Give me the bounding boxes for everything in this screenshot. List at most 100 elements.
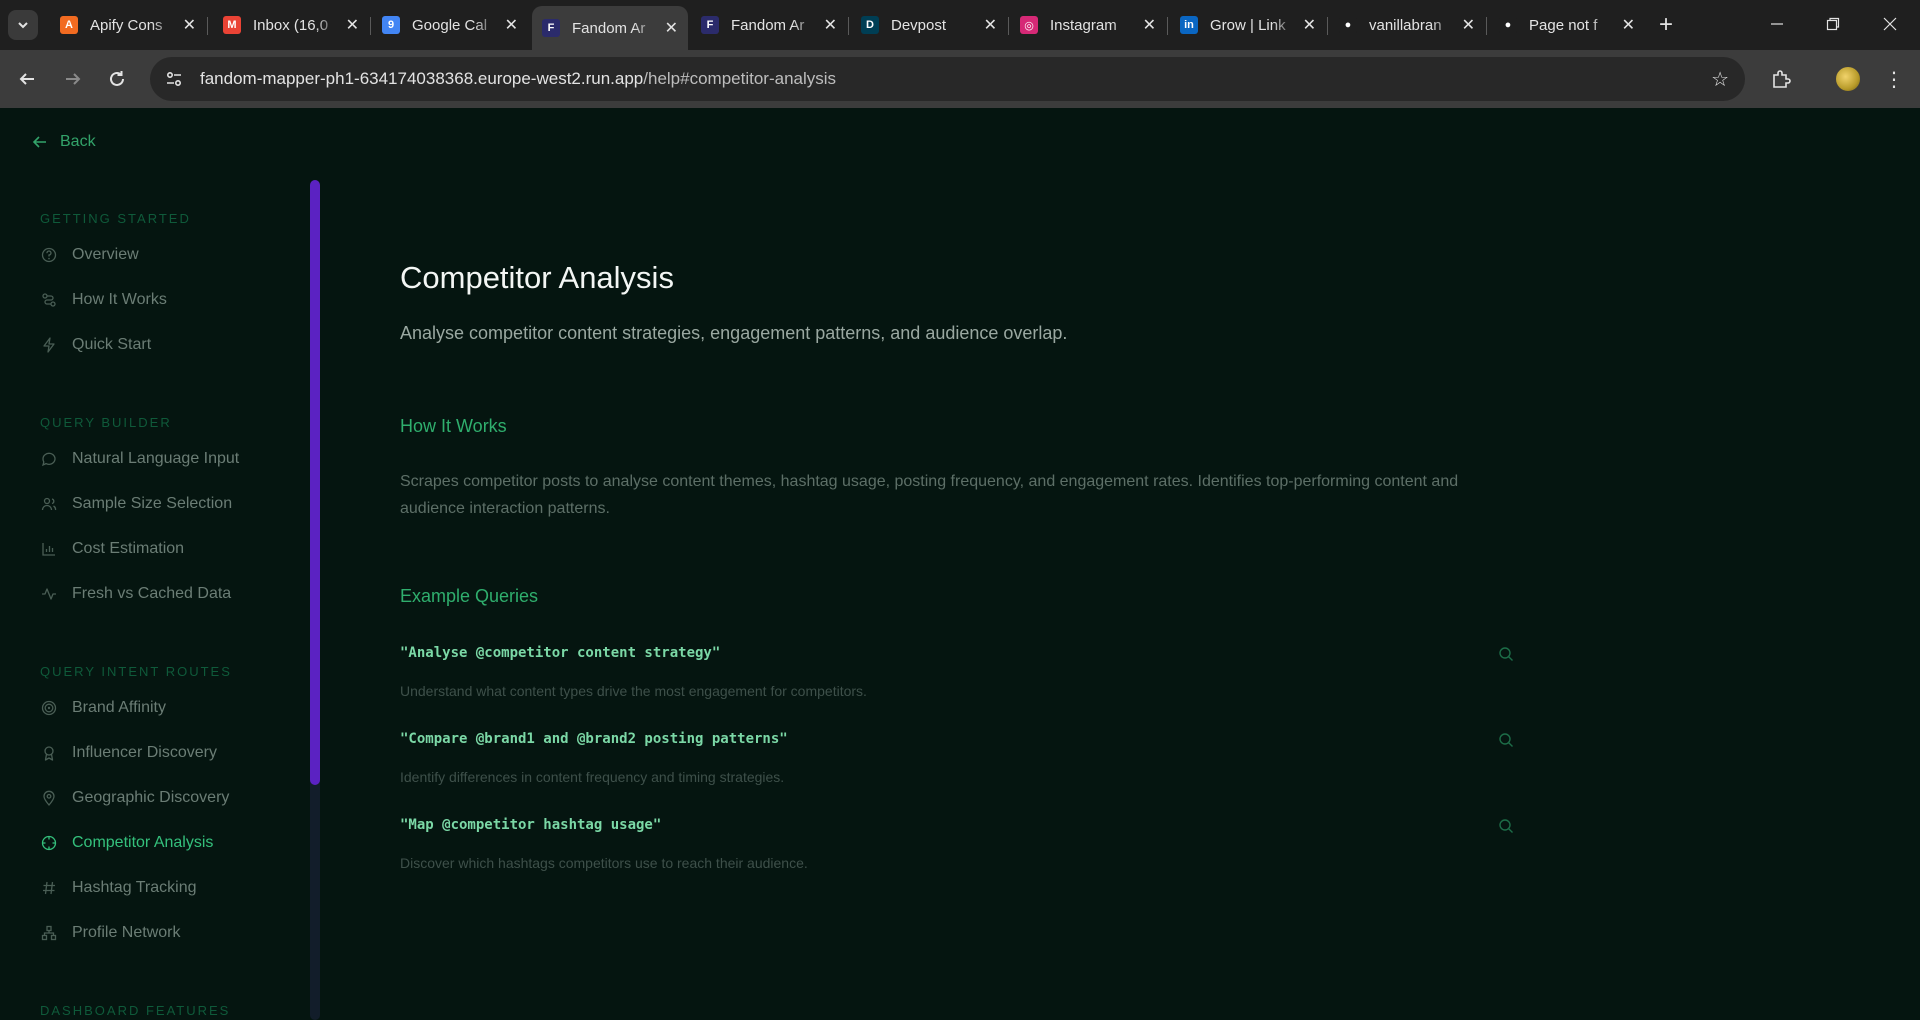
close-tab-icon[interactable]: ✕ xyxy=(1462,15,1475,35)
sidebar-item-profile-network[interactable]: Profile Network xyxy=(40,918,180,948)
browser-tab[interactable]: ◎ Instagram ✕ xyxy=(1010,8,1166,42)
sidebar-scrollbar-thumb[interactable] xyxy=(310,180,320,785)
restore-icon xyxy=(1826,17,1840,31)
example-query-text[interactable]: "Analyse @competitor content strategy" xyxy=(400,645,720,661)
example-query-description: Discover which hashtags competitors use … xyxy=(400,855,808,871)
tab-separator xyxy=(1486,17,1487,35)
example-query-item[interactable]: "Map @competitor hashtag usage" Discover… xyxy=(400,817,1515,887)
arrow-left-icon xyxy=(32,136,46,148)
close-tab-icon[interactable]: ✕ xyxy=(1143,15,1156,35)
profile-avatar[interactable] xyxy=(1834,65,1862,93)
target-icon xyxy=(40,699,58,717)
sidebar-item-sample-size-selection[interactable]: Sample Size Selection xyxy=(40,489,232,519)
sidebar-item-hashtag-tracking[interactable]: Hashtag Tracking xyxy=(40,873,197,903)
bookmark-star-icon[interactable]: ☆ xyxy=(1711,67,1729,92)
sidebar-item-competitor-analysis[interactable]: Competitor Analysis xyxy=(40,828,213,858)
browser-tab[interactable]: 9 Google Cal ✕ xyxy=(372,8,528,42)
chevron-down-icon xyxy=(18,22,28,29)
sidebar-item-natural-language-input[interactable]: Natural Language Input xyxy=(40,444,239,474)
tab-separator xyxy=(207,17,208,35)
hash-icon xyxy=(40,879,58,897)
example-query-text[interactable]: "Map @competitor hashtag usage" xyxy=(400,817,661,833)
browser-tab[interactable]: ● Page not f ✕ xyxy=(1489,8,1645,42)
browser-tab[interactable]: F Fandom Ar ✕ xyxy=(691,8,847,42)
browser-tab[interactable]: in Grow | Link ✕ xyxy=(1170,8,1326,42)
browser-tab[interactable]: A Apify Cons ✕ xyxy=(50,8,206,42)
lightning-icon xyxy=(40,336,58,354)
sidebar-item-fresh-vs-cached-data[interactable]: Fresh vs Cached Data xyxy=(40,579,231,609)
bar-chart-icon xyxy=(40,540,58,558)
search-icon[interactable] xyxy=(1497,645,1515,663)
sidebar-item-how-it-works[interactable]: How It Works xyxy=(40,285,167,315)
new-tab-button[interactable]: + xyxy=(1651,10,1681,40)
close-tab-icon[interactable]: ✕ xyxy=(984,15,997,35)
sidebar-item-label: Cost Estimation xyxy=(72,540,185,557)
close-tab-icon[interactable]: ✕ xyxy=(824,15,837,35)
sidebar-item-label: Profile Network xyxy=(72,924,181,941)
puzzle-icon xyxy=(1773,70,1791,88)
address-bar[interactable]: fandom-mapper-ph1-634174038368.europe-we… xyxy=(150,57,1745,101)
sidebar-item-label: Brand Affinity xyxy=(72,699,166,716)
sidebar-item-influencer-discovery[interactable]: Influencer Discovery xyxy=(40,738,217,768)
back-link[interactable]: Back xyxy=(32,133,96,151)
sidebar-item-label: How It Works xyxy=(72,291,167,308)
url-text[interactable]: fandom-mapper-ph1-634174038368.europe-we… xyxy=(200,69,836,89)
extensions-button[interactable] xyxy=(1765,63,1797,95)
browser-tab[interactable]: F Fandom Ar ✕ xyxy=(532,6,688,50)
sidebar-item-cost-estimation[interactable]: Cost Estimation xyxy=(40,534,184,564)
browser-tab[interactable]: ● vanillabran ✕ xyxy=(1329,8,1485,42)
devpost-icon: D xyxy=(861,16,879,34)
sidebar-item-quick-start[interactable]: Quick Start xyxy=(40,330,151,360)
help-circle-icon xyxy=(40,246,58,264)
sidebar-item-label: Competitor Analysis xyxy=(72,834,214,851)
section-title-getting-started: GETTING STARTED xyxy=(40,211,191,226)
example-queries-heading: Example Queries xyxy=(400,586,539,606)
browser-tab[interactable]: D Devpost ✕ xyxy=(851,8,1007,42)
example-query-text[interactable]: "Compare @brand1 and @brand2 posting pat… xyxy=(400,731,788,747)
sidebar-item-geographic-discovery[interactable]: Geographic Discovery xyxy=(40,783,229,813)
tab-search-button[interactable] xyxy=(8,10,38,40)
close-tab-icon[interactable]: ✕ xyxy=(1622,15,1635,35)
sidebar-item-overview[interactable]: Overview xyxy=(40,240,139,270)
tab-separator xyxy=(848,17,849,35)
restore-button[interactable] xyxy=(1811,8,1855,40)
close-tab-icon[interactable]: ✕ xyxy=(1303,15,1316,35)
example-query-item[interactable]: "Analyse @competitor content strategy" U… xyxy=(400,645,1515,715)
sidebar-item-label: Geographic Discovery xyxy=(72,789,230,806)
arrow-left-icon xyxy=(19,73,34,85)
back-nav-button[interactable] xyxy=(11,63,43,95)
url-host: fandom-mapper-ph1-634174038368.europe-we… xyxy=(200,69,644,88)
close-tab-icon[interactable]: ✕ xyxy=(346,15,359,35)
example-query-item[interactable]: "Compare @brand1 and @brand2 posting pat… xyxy=(400,731,1515,801)
tab-separator xyxy=(1008,17,1009,35)
sidebar-item-label: Natural Language Input xyxy=(72,450,240,467)
tab-title: Instagram xyxy=(1050,16,1117,34)
fandom-icon: F xyxy=(701,16,719,34)
close-tab-icon[interactable]: ✕ xyxy=(665,18,678,38)
github-icon: ● xyxy=(1339,16,1357,34)
sidebar-item-label: Quick Start xyxy=(72,336,152,353)
browser-menu-button[interactable]: ⋮ xyxy=(1878,63,1910,95)
site-info-icon[interactable] xyxy=(162,67,186,91)
close-window-button[interactable] xyxy=(1868,8,1912,40)
close-tab-icon[interactable]: ✕ xyxy=(183,15,196,35)
example-query-description: Identify differences in content frequenc… xyxy=(400,769,785,785)
how-it-works-text: Scrapes competitor posts to analyse cont… xyxy=(400,473,1459,517)
browser-tab[interactable]: M Inbox (16,0 ✕ xyxy=(213,8,369,42)
sidebar-item-brand-affinity[interactable]: Brand Affinity xyxy=(40,693,166,723)
browser-tab-bar: A Apify Cons ✕ M Inbox (16,0 ✕ 9 Google Cal ✕ F Fa… xyxy=(0,0,1920,50)
close-tab-icon[interactable]: ✕ xyxy=(505,15,518,35)
forward-nav-button[interactable] xyxy=(57,63,89,95)
page-subtitle: Analyse competitor content strategies, e… xyxy=(400,323,1068,343)
sidebar-item-label: Overview xyxy=(72,246,139,263)
reload-icon xyxy=(110,71,124,86)
help-sidebar: GETTING STARTED Overview How It Works Qu… xyxy=(0,180,320,1020)
gmail-icon: M xyxy=(223,16,241,34)
search-icon[interactable] xyxy=(1497,731,1515,749)
reload-button[interactable] xyxy=(101,63,133,95)
tab-title: Apify Cons xyxy=(90,16,163,34)
tab-title: Fandom Ar xyxy=(731,16,805,34)
section-title-query-intent-routes: QUERY INTENT ROUTES xyxy=(40,664,232,679)
search-icon[interactable] xyxy=(1497,817,1515,835)
minimize-button[interactable] xyxy=(1755,8,1799,40)
